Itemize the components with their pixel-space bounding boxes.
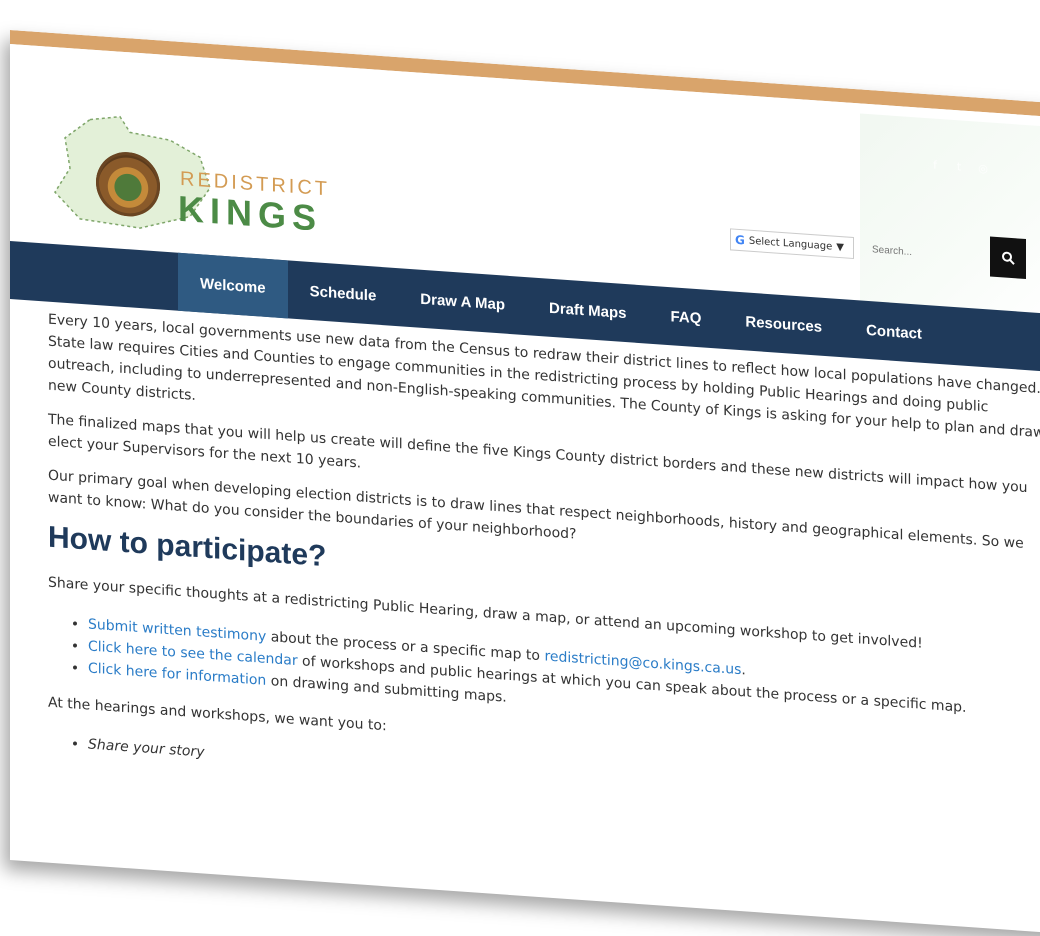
nav-faq[interactable]: FAQ xyxy=(649,286,724,349)
language-select[interactable]: G Select Language ▼ xyxy=(730,228,854,260)
nav-draft-maps[interactable]: Draft Maps xyxy=(527,277,649,343)
list-item-end: . xyxy=(741,662,746,679)
search-icon xyxy=(1002,251,1015,265)
language-select-label: Select Language xyxy=(748,235,833,252)
nav-contact[interactable]: Contact xyxy=(844,299,944,364)
wants-list: Share your story xyxy=(88,733,1040,822)
background-map-graphic xyxy=(860,113,1040,318)
google-icon: G xyxy=(735,232,745,248)
nav-schedule[interactable]: Schedule xyxy=(288,260,399,326)
facebook-icon[interactable]: f xyxy=(928,158,942,173)
chevron-down-icon: ▼ xyxy=(836,241,844,253)
nav-draw-a-map[interactable]: Draw A Map xyxy=(398,268,527,335)
page-card: REDISTRICT KINGS f t ◎ G Select Language… xyxy=(10,30,1040,936)
list-item: Share your story xyxy=(88,733,1040,822)
twitter-icon[interactable]: t xyxy=(952,160,966,175)
instagram-icon[interactable]: ◎ xyxy=(976,162,990,177)
nav-resources[interactable]: Resources xyxy=(723,291,844,357)
nav-welcome[interactable]: Welcome xyxy=(178,252,288,319)
main-content: Every 10 years, local governments use ne… xyxy=(48,309,1040,841)
search-button[interactable] xyxy=(990,236,1026,280)
